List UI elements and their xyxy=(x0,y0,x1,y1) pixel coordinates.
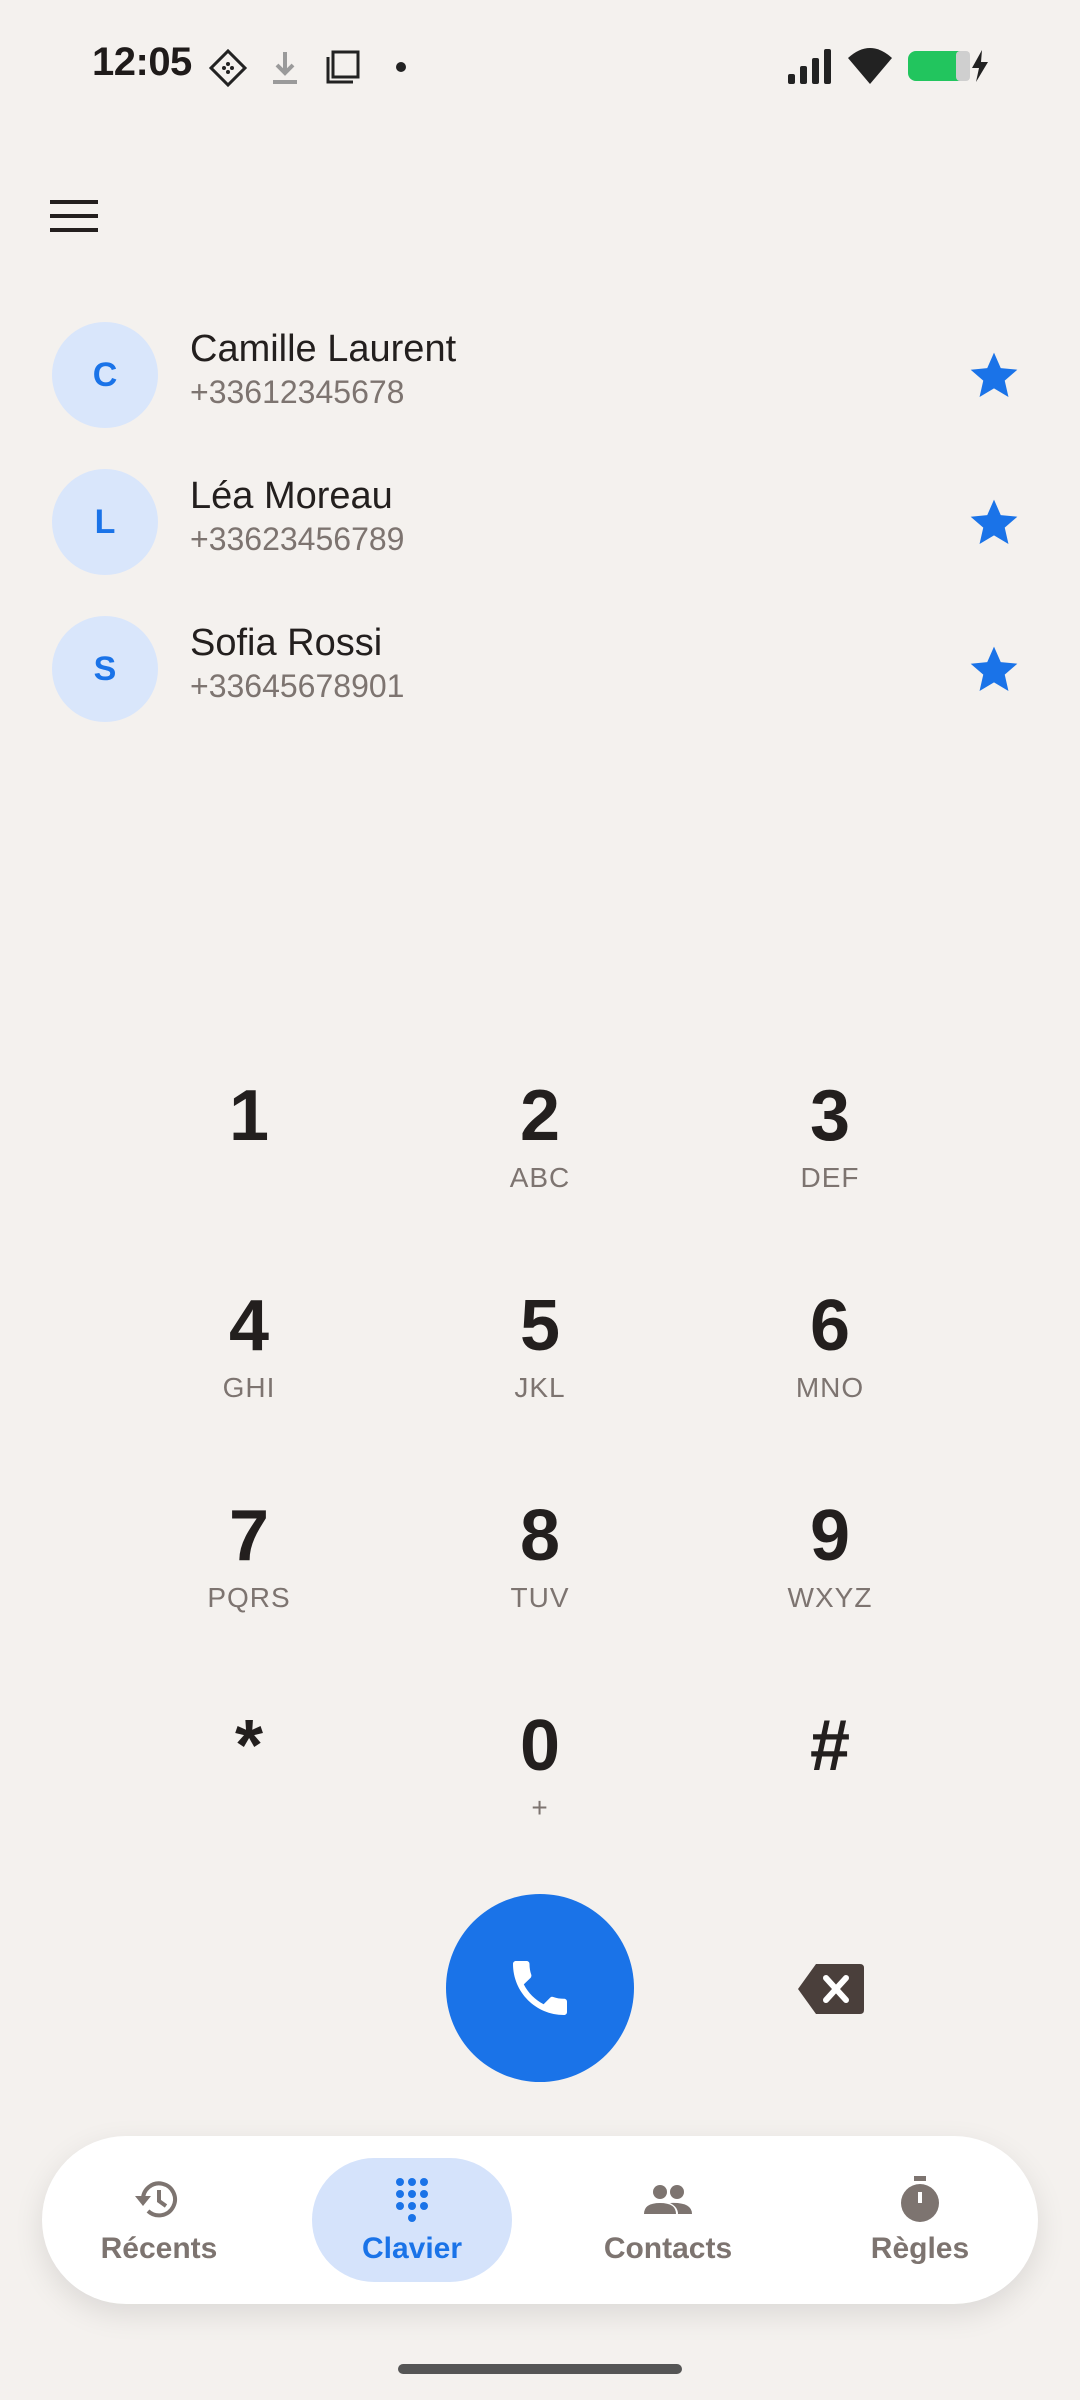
key-digit: 7 xyxy=(228,1496,270,1576)
key-digit: * xyxy=(234,1706,264,1786)
tab-label: Contacts xyxy=(603,2232,733,2265)
signal-icon xyxy=(788,49,831,84)
people-icon xyxy=(644,2185,692,2214)
key-7[interactable]: 7 PQRS xyxy=(129,1486,369,1656)
key-0[interactable]: 0 + xyxy=(420,1696,660,1866)
key-8[interactable]: 8 TUV xyxy=(420,1486,660,1656)
key-letters: DEF xyxy=(800,1162,860,1193)
call-button[interactable] xyxy=(446,1894,634,2082)
tab-label: Règles xyxy=(870,2232,970,2265)
key-4[interactable]: 4 GHI xyxy=(129,1276,369,1446)
key-digit: 8 xyxy=(519,1496,561,1576)
key-letters: GHI xyxy=(222,1372,276,1403)
wifi-icon xyxy=(848,48,892,84)
key-5[interactable]: 5 JKL xyxy=(420,1276,660,1446)
avatar: S xyxy=(52,616,158,722)
avatar: C xyxy=(52,322,158,428)
status-time: 12:05 xyxy=(92,40,192,84)
key-hash[interactable]: # xyxy=(710,1696,950,1866)
favorite-contact[interactable]: S Sofia Rossi +33645678901 xyxy=(0,602,1080,742)
avatar: L xyxy=(52,469,158,575)
key-letters: TUV xyxy=(510,1582,570,1613)
dot-icon xyxy=(396,62,406,72)
home-indicator[interactable] xyxy=(398,2364,682,2374)
contact-number: +33623456789 xyxy=(190,521,405,557)
contact-number: +33612345678 xyxy=(190,374,405,410)
key-digit: 6 xyxy=(809,1286,851,1366)
download-icon xyxy=(273,52,297,84)
tab-rules[interactable]: Règles xyxy=(820,2136,1020,2304)
status-bar: 12:05 xyxy=(0,0,1080,130)
key-digit: 4 xyxy=(228,1286,270,1366)
menu-icon[interactable] xyxy=(44,186,104,246)
app-notification-icon xyxy=(208,48,248,88)
key-2[interactable]: 2 ABC xyxy=(420,1066,660,1236)
key-digit: 9 xyxy=(809,1496,851,1576)
star-icon[interactable] xyxy=(966,642,1022,698)
key-letters: PQRS xyxy=(207,1582,291,1613)
key-star[interactable]: * xyxy=(129,1696,369,1866)
key-6[interactable]: 6 MNO xyxy=(710,1276,950,1446)
contact-number: +33645678901 xyxy=(190,668,405,704)
tab-recents[interactable]: Récents xyxy=(59,2136,259,2304)
key-digit: 2 xyxy=(519,1076,561,1156)
dialpad-icon xyxy=(396,2178,428,2222)
star-icon[interactable] xyxy=(966,348,1022,404)
tab-keypad[interactable]: Clavier xyxy=(312,2136,512,2304)
history-icon xyxy=(135,2181,177,2218)
contact-name: Léa Moreau xyxy=(190,475,393,517)
key-letters: WXYZ xyxy=(787,1582,873,1613)
key-digit: 1 xyxy=(228,1076,270,1156)
key-letters: ABC xyxy=(509,1162,571,1193)
key-3[interactable]: 3 DEF xyxy=(710,1066,950,1236)
key-9[interactable]: 9 WXYZ xyxy=(710,1486,950,1656)
tab-label: Récents xyxy=(100,2232,218,2265)
favorite-contact[interactable]: L Léa Moreau +33623456789 xyxy=(0,455,1080,595)
favorite-contact[interactable]: C Camille Laurent +33612345678 xyxy=(0,308,1080,448)
key-digit: 0 xyxy=(519,1706,561,1786)
screenshot-icon xyxy=(326,50,360,84)
backspace-icon[interactable] xyxy=(796,1962,866,2016)
key-letters: + xyxy=(531,1792,549,1823)
key-1[interactable]: 1 xyxy=(129,1066,369,1236)
key-letters: MNO xyxy=(795,1372,865,1403)
bottom-navigation: Récents Clavier Contacts Règles xyxy=(42,2136,1038,2304)
star-icon[interactable] xyxy=(966,495,1022,551)
tab-contacts[interactable]: Contacts xyxy=(568,2136,768,2304)
tab-label: Clavier xyxy=(361,2232,463,2265)
contact-name: Camille Laurent xyxy=(190,328,457,370)
contact-name: Sofia Rossi xyxy=(190,622,383,664)
timer-icon xyxy=(901,2176,939,2222)
battery-charging-icon xyxy=(908,50,988,82)
key-letters: JKL xyxy=(514,1372,566,1403)
key-digit: # xyxy=(809,1706,851,1786)
key-digit: 3 xyxy=(809,1076,851,1156)
key-digit: 5 xyxy=(519,1286,561,1366)
phone-icon xyxy=(513,1961,567,2015)
